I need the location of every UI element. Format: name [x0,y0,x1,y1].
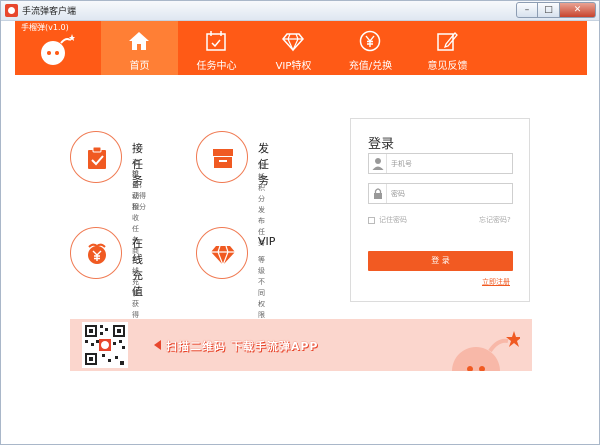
window-title: 手流弹客户端 [22,7,77,17]
diamond-icon [282,33,304,52]
nav-item-task-center[interactable]: 任务中心 [178,21,255,75]
nav-item-recharge[interactable]: 充值/兑换 [332,21,409,75]
close-button[interactable]: ✕ [560,2,596,18]
home-icon [129,32,149,50]
calendar-icon [206,31,226,51]
diamond-icon [211,245,235,267]
phone-field [368,153,513,174]
nav-item-label: VIP特权 [275,61,312,72]
remember-password-label: 记住密码 [379,216,407,224]
feature-icon-circle [70,227,122,279]
feature-description: 流量，获得积分 [132,170,146,211]
login-heading: 登录 [368,137,395,152]
banner-text: 扫描二维码 下载手流弹APP [166,340,319,353]
nav-item-label: 首页 [129,61,150,72]
checkbox-box [368,216,375,224]
edit-icon [437,32,458,51]
archive-box-icon [213,149,233,168]
lock-icon [369,184,387,203]
password-input[interactable] [391,187,509,200]
nav-item-feedback[interactable]: 意见反馈 [409,21,486,75]
phone-input[interactable] [391,157,509,170]
maximize-button[interactable]: □ [538,2,560,18]
app-version: 手榴弹(v1.0) [21,23,69,32]
download-banner[interactable]: 扫描二维码 下载手流弹APP [70,319,532,371]
remember-password-checkbox[interactable]: 记住密码 [368,215,407,225]
main-nav: 首页 任务中心 VIP特权 充值/兑换 意见反馈 [101,21,486,75]
qr-code-icon [82,322,128,368]
clipboard-check-icon [88,146,106,169]
window-controls: – □ ✕ [516,2,596,18]
nav-item-label: 充值/兑换 [348,61,393,72]
feature-icon-circle [70,131,122,183]
arrow-left-icon [154,340,161,350]
register-link[interactable]: 立即注册 [482,277,510,287]
password-field [368,183,513,204]
feature-title: VIP [258,235,276,248]
title-bar[interactable]: 手流弹客户端 – □ ✕ [1,1,599,21]
bomb-logo-icon [41,34,75,65]
app-icon [5,4,18,17]
login-button[interactable]: 登 录 [368,251,513,271]
nav-item-label: 意见反馈 [427,61,468,72]
nav-item-home[interactable]: 首页 [101,21,178,75]
login-panel: 登录 记住密码 忘记密码? 登 录 立即注册 [350,118,530,302]
yen-coin-icon [359,30,381,52]
nav-item-vip[interactable]: VIP特权 [255,21,332,75]
user-icon [369,154,387,173]
nav-item-label: 任务中心 [196,61,237,72]
forgot-password-link[interactable]: 忘记密码? [479,215,511,225]
yen-coin-icon [88,243,106,264]
app-window: 手流弹客户端 – □ ✕ 手榴弹(v1.0) 首页 任务中心 VIP特权 充值/… [0,0,600,445]
feature-icon-circle [196,131,248,183]
app-header: 手榴弹(v1.0) 首页 任务中心 VIP特权 充值/兑换 意见反馈 [15,21,587,75]
feature-icon-circle [196,227,248,279]
bomb-illustration-icon [452,331,520,371]
minimize-button[interactable]: – [516,2,538,18]
